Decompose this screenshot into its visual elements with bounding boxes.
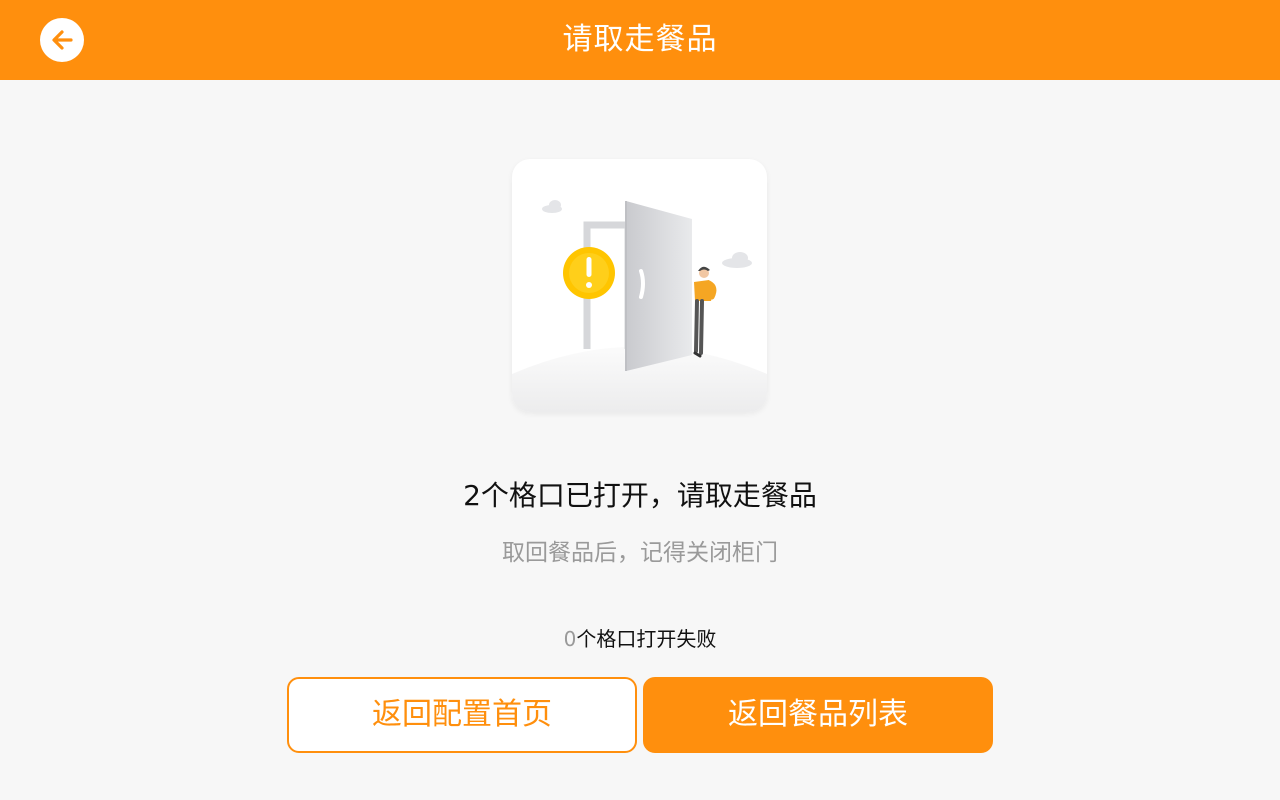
door-panel	[626, 201, 692, 371]
back-to-food-list-button[interactable]: 返回餐品列表	[643, 677, 993, 753]
main-status-message: 2个格口已打开，请取走餐品	[463, 479, 817, 512]
person-figure	[693, 266, 717, 358]
page-title: 请取走餐品	[562, 22, 718, 57]
failure-summary: 0个格口打开失败	[0, 626, 1280, 652]
illustration-card	[512, 159, 767, 412]
sub-status-message: 取回餐品后，记得关闭柜门	[502, 540, 778, 566]
back-to-config-home-button[interactable]: 返回配置首页	[287, 677, 637, 753]
cloud-icon	[542, 200, 562, 213]
failure-label: 个格口打开失败	[576, 627, 717, 651]
door-handle	[639, 269, 645, 299]
failure-count: 0	[563, 627, 577, 651]
warning-icon	[563, 247, 615, 299]
cloud-icon	[722, 252, 752, 268]
open-door-warning-illustration	[512, 200, 767, 412]
top-bar: 请取走餐品	[0, 0, 1280, 80]
